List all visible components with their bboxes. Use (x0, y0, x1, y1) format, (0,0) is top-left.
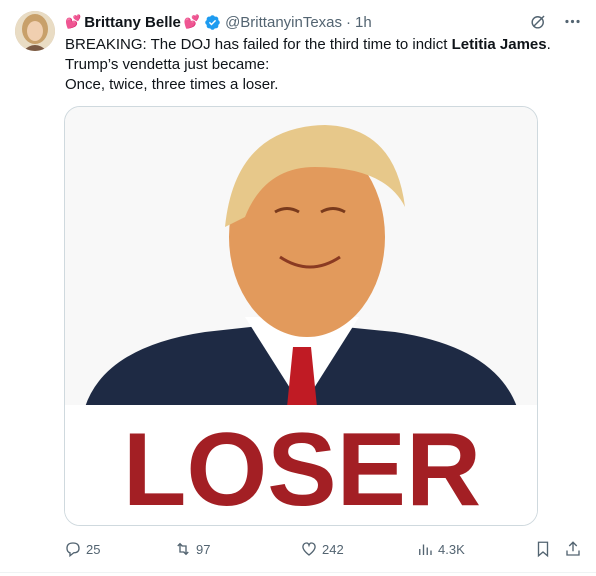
text-line-1-start: BREAKING: The DOJ has failed for the thi… (65, 36, 452, 53)
tweet: 💕 Brittany Belle 💕 @BrittanyinTexas · 1h… (0, 0, 596, 576)
author-handle[interactable]: @BrittanyinTexas (225, 14, 342, 31)
views-button[interactable]: 4.3K (416, 538, 465, 560)
bookmark-icon (537, 541, 549, 558)
separator-dot: · (346, 13, 352, 31)
verified-badge-icon (204, 14, 221, 31)
like-button[interactable]: 242 (300, 538, 344, 560)
like-count: 242 (322, 541, 344, 557)
share-icon (566, 541, 580, 556)
grok-icon[interactable] (528, 11, 548, 31)
action-bar: 25 97 242 4.3K (64, 538, 584, 560)
repost-icon (177, 542, 189, 556)
post-time[interactable]: 1h (355, 14, 372, 31)
top-actions (528, 11, 582, 31)
author-name[interactable]: Brittany Belle (84, 14, 181, 31)
text-line-3: Once, twice, three times a loser. (65, 76, 279, 93)
bottom-divider (0, 572, 596, 573)
tweet-header: 💕 Brittany Belle 💕 @BrittanyinTexas · 1h (65, 12, 372, 32)
tweet-text: BREAKING: The DOJ has failed for the thi… (65, 35, 575, 95)
views-count: 4.3K (438, 541, 465, 557)
heart-emoji-right: 💕 (183, 14, 201, 29)
text-line-1-end: . (546, 36, 551, 53)
share-button[interactable] (564, 538, 582, 560)
post-image[interactable]: LOSER (64, 106, 538, 526)
reply-count: 25 (86, 541, 101, 557)
reply-icon (66, 542, 80, 558)
loser-caption: LOSER (123, 412, 481, 526)
reply-button[interactable]: 25 (64, 538, 100, 560)
bookmark-button[interactable] (534, 538, 552, 560)
repost-button[interactable]: 97 (174, 538, 210, 560)
heart-emoji-left: 💕 (65, 14, 82, 29)
avatar[interactable] (15, 11, 55, 51)
views-icon (419, 544, 432, 555)
repost-count: 97 (196, 541, 211, 557)
text-line-1-bold: Letitia James (451, 36, 547, 53)
text-line-1: BREAKING: The DOJ has failed for the thi… (65, 35, 575, 55)
like-icon (302, 542, 316, 556)
text-line-2: Trump’s vendetta just became: (65, 56, 270, 73)
more-icon[interactable] (562, 11, 582, 31)
